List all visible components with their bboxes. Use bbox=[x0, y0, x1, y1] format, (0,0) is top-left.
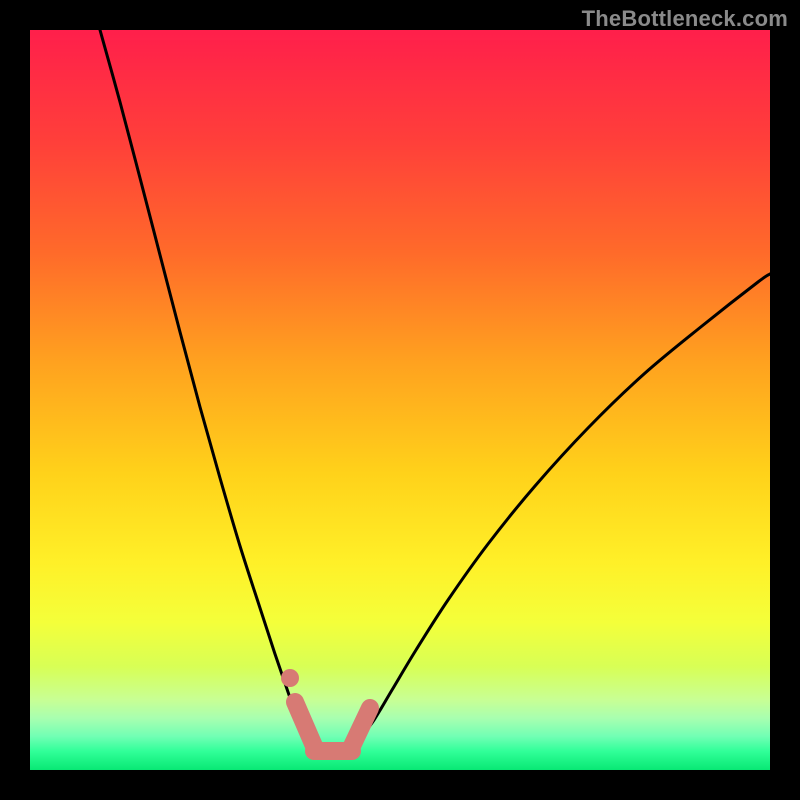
watermark-text: TheBottleneck.com bbox=[582, 6, 788, 32]
bottleneck-chart bbox=[30, 30, 770, 770]
gradient-background bbox=[30, 30, 770, 770]
chart-frame bbox=[30, 30, 770, 770]
marker-dot bbox=[281, 669, 299, 687]
